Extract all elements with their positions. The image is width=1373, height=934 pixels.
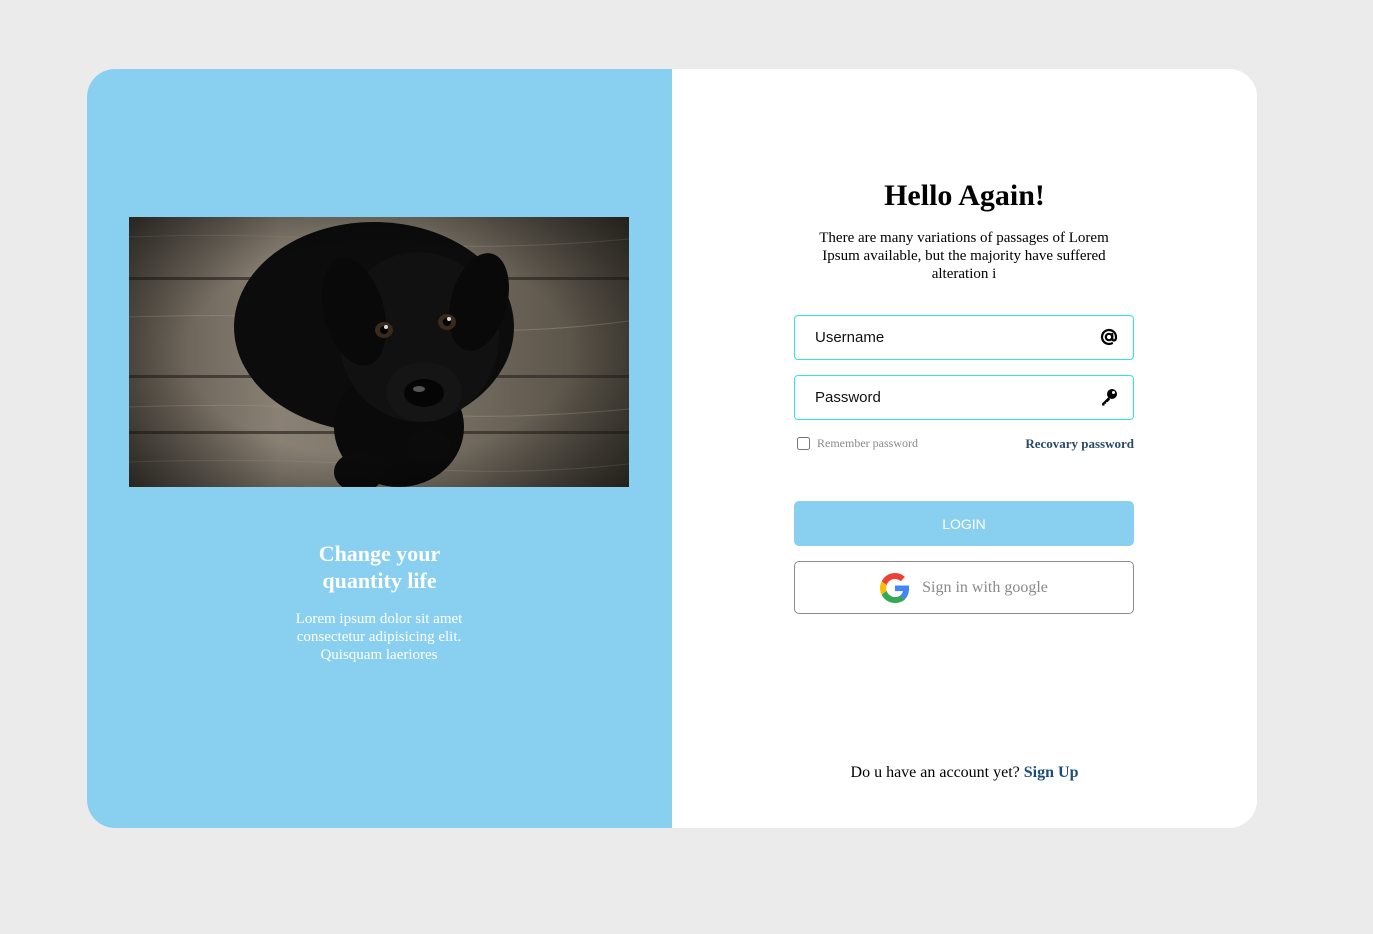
left-title-line2: quantity life (322, 568, 437, 593)
puppy-image (129, 217, 629, 487)
signup-link[interactable]: Sign Up (1024, 764, 1079, 781)
remember-label: Remember password (817, 436, 918, 450)
page-title: Hello Again! (884, 179, 1045, 212)
google-signin-button[interactable]: Sign in with google (794, 561, 1134, 614)
remember-password: Remember password (797, 436, 918, 451)
signup-prompt-text: Do u have an account yet? (850, 764, 1020, 781)
username-field (794, 315, 1134, 360)
remember-checkbox[interactable] (797, 437, 810, 450)
left-panel: Change your quantity life Lorem ipsum do… (87, 69, 672, 828)
username-input[interactable] (795, 316, 1085, 359)
puppy-photo (129, 217, 629, 487)
password-field (794, 375, 1134, 420)
left-title-line1: Change your (318, 541, 441, 566)
password-input[interactable] (795, 376, 1085, 419)
login-button[interactable]: LOGIN (794, 501, 1134, 546)
page-subtitle: There are many variations of passages of… (819, 230, 1109, 282)
left-description: Lorem ipsum dolor sit amet consectetur a… (295, 611, 463, 663)
at-icon (1100, 328, 1118, 346)
left-title: Change your quantity life (87, 540, 672, 594)
recovery-password-link[interactable]: Recovary password (1025, 436, 1134, 452)
google-icon (880, 572, 910, 603)
google-signin-label: Sign in with google (922, 578, 1048, 596)
login-card: Change your quantity life Lorem ipsum do… (87, 69, 1257, 828)
login-form-panel: Hello Again! There are many variations o… (672, 69, 1257, 828)
signup-prompt: Do u have an account yet? Sign Up (672, 764, 1257, 782)
key-icon (1102, 389, 1117, 406)
